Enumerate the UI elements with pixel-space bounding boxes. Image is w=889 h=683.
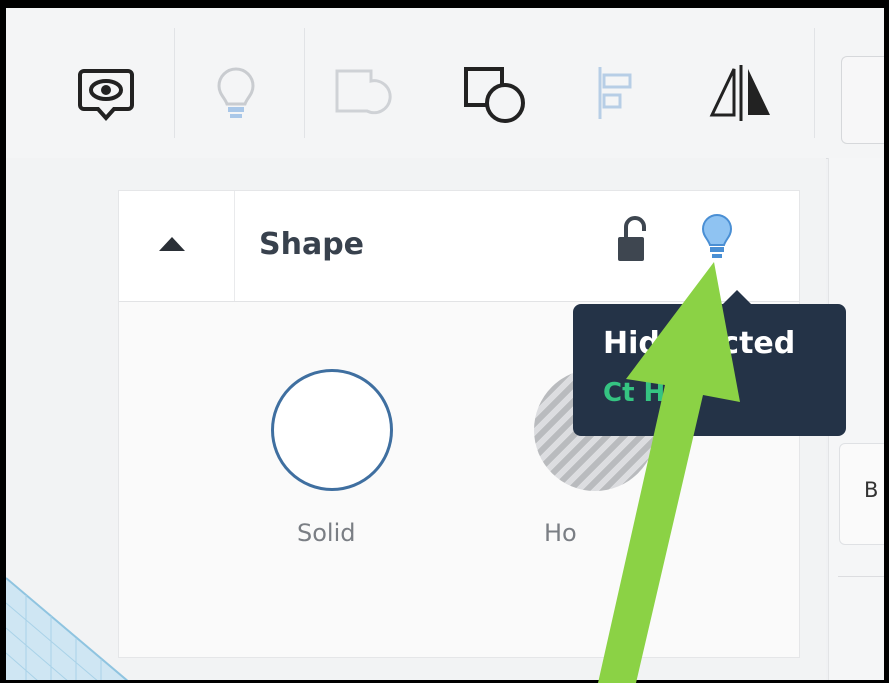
shape-panel-header: Shape	[119, 191, 799, 302]
collapse-cell	[119, 191, 235, 301]
hide-selected-tooltip: Hid elected Ct H	[573, 290, 846, 436]
tooltip-title: Hid elected	[603, 326, 796, 361]
solid-label: Solid	[297, 519, 356, 547]
toolbar-separator	[304, 28, 305, 138]
caret-up-icon	[159, 237, 185, 251]
tooltip-shortcut: Ct H	[603, 378, 666, 408]
solid-circle-icon	[271, 369, 393, 491]
show-all-eye-icon[interactable]	[76, 63, 136, 123]
lock-button[interactable]	[614, 213, 648, 267]
mirror-icon[interactable]	[706, 63, 770, 123]
toolbar-separator	[814, 28, 815, 138]
app-frame: B Shape Solid Ho Hid elected Ct H	[6, 8, 884, 680]
toolbar-partial-button[interactable]	[841, 56, 884, 144]
lightbulb-icon	[701, 213, 733, 258]
toolbar-separator	[174, 28, 175, 138]
hide-selected-button[interactable]	[697, 209, 737, 273]
ungroup-shape-icon[interactable]	[461, 63, 525, 123]
hole-label: Ho	[544, 519, 577, 547]
collapse-panel-button[interactable]	[157, 233, 187, 255]
group-shape-icon[interactable]	[331, 63, 392, 123]
hide-lightbulb-icon[interactable]	[206, 63, 266, 123]
right-sidebar-partial-label: B	[864, 478, 879, 502]
unlocked-padlock-icon	[618, 216, 646, 261]
right-sidebar-divider	[838, 576, 884, 577]
panel-title: Shape	[259, 227, 365, 262]
align-icon[interactable]	[594, 63, 654, 123]
toolbar	[6, 8, 884, 159]
